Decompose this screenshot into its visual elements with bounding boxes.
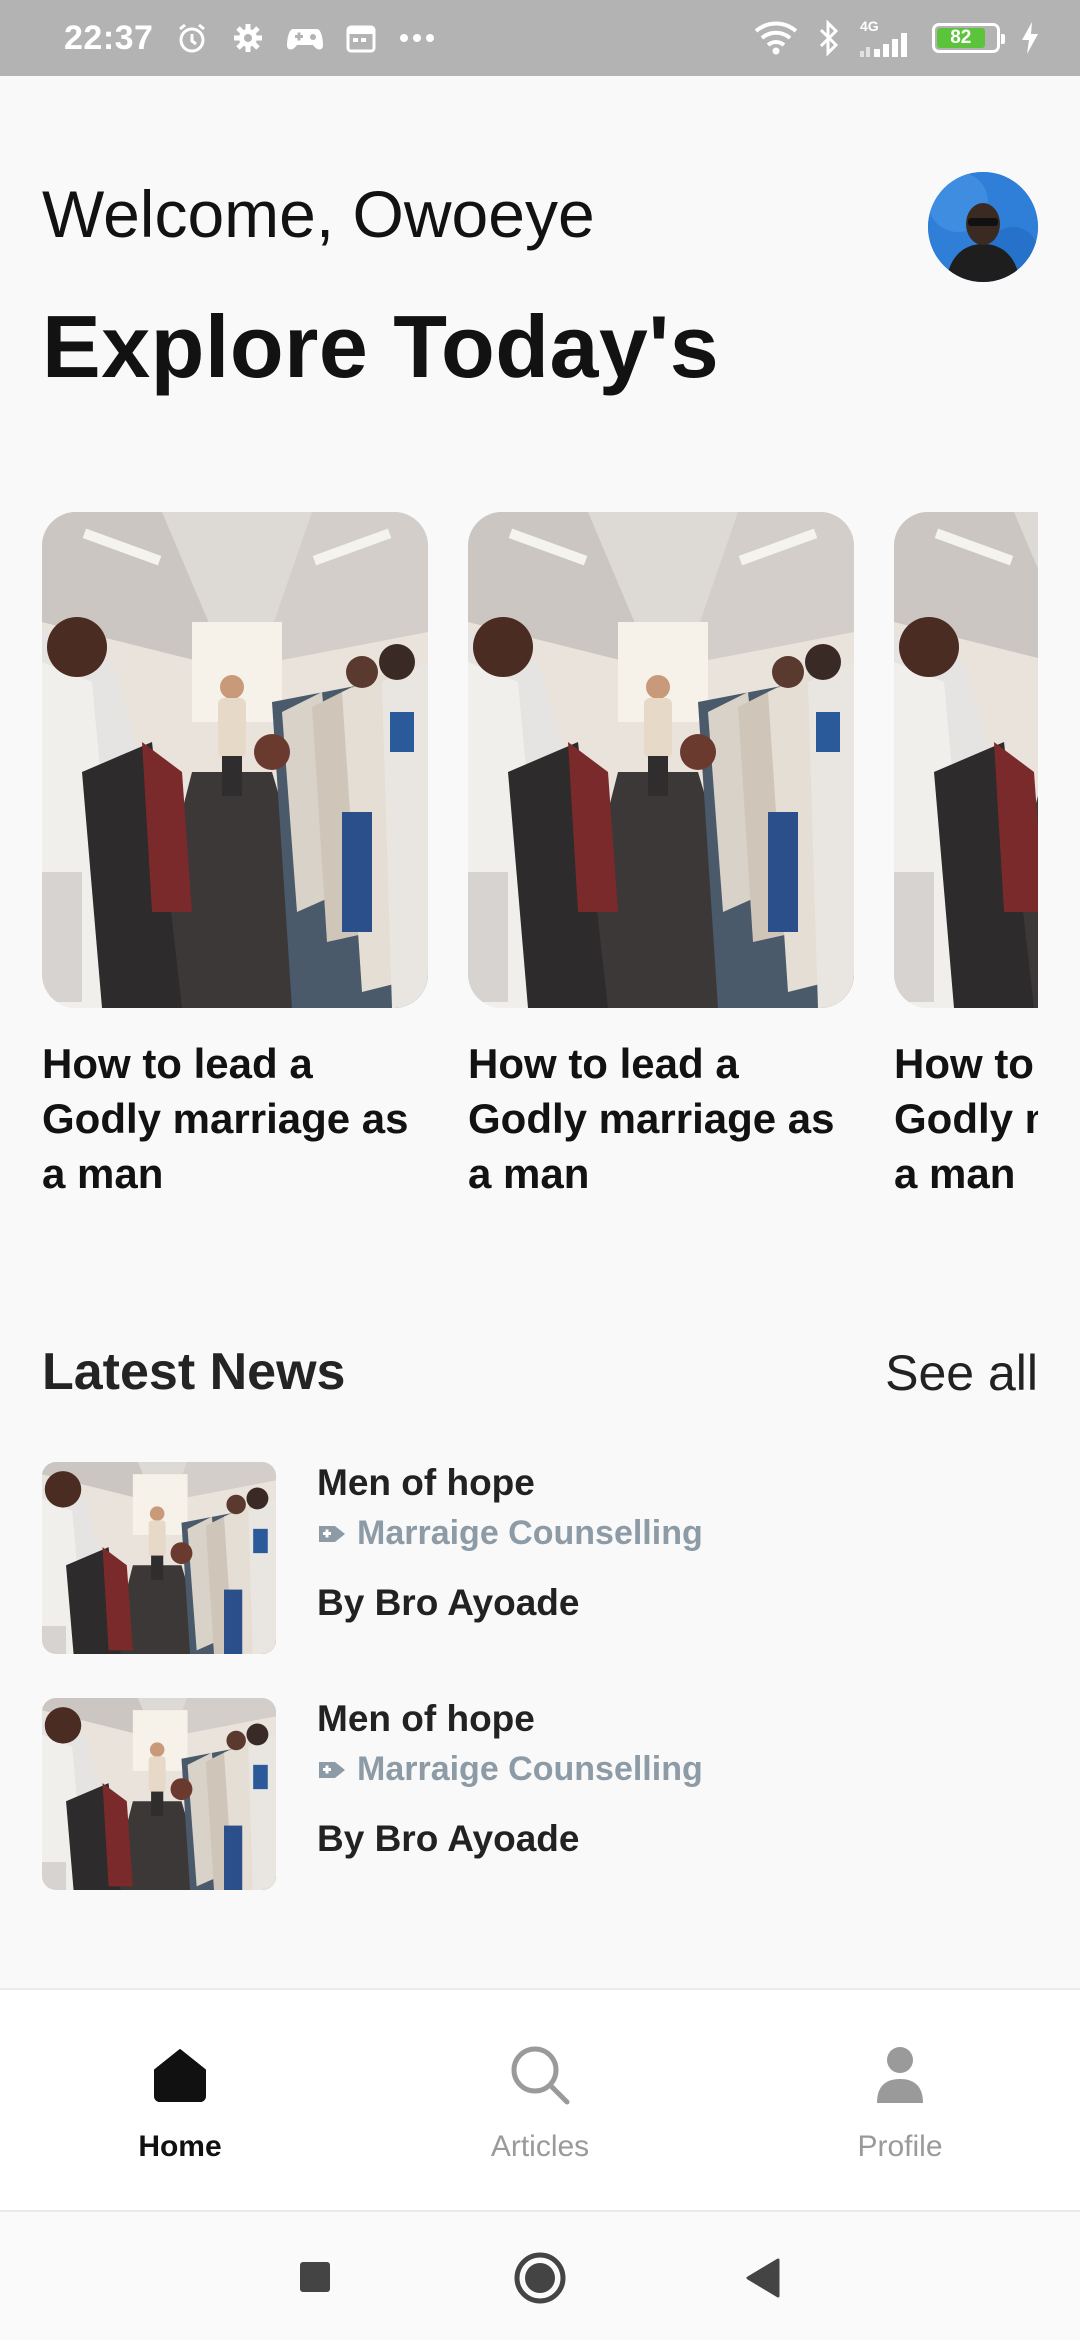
bottom-navigation: Home Articles Profile: [0, 1988, 1080, 2210]
nav-item-profile[interactable]: Profile: [800, 2040, 1000, 2164]
nav-label-profile: Profile: [857, 2130, 943, 2163]
network-type: 4G: [860, 18, 879, 34]
bluetooth-icon: [819, 20, 839, 56]
back-triangle-icon[interactable]: [744, 2258, 780, 2298]
news-title: Men of hope: [317, 1698, 535, 1739]
home-icon: [154, 2049, 206, 2102]
nav-item-articles[interactable]: Articles: [440, 2040, 640, 2164]
see-all-link[interactable]: See all: [885, 1344, 1038, 1402]
more-dots-icon: [400, 34, 435, 42]
news-title: Men of hope: [317, 1462, 535, 1503]
news-author: By Bro Ayoade: [317, 1582, 580, 1623]
news-category: Marraige Counselling: [317, 1514, 703, 1553]
featured-carousel[interactable]: How to lead a Godly marriage as a man Ho…: [0, 512, 1038, 1212]
wifi-icon: [754, 21, 798, 55]
charging-icon: [1022, 22, 1038, 54]
nav-label-articles: Articles: [490, 2130, 590, 2163]
tag-icon: [319, 1761, 345, 1778]
news-list-item[interactable]: Men of hope Marraige Counselling By Bro …: [42, 1462, 1042, 1654]
featured-card-image: [894, 512, 1038, 1008]
featured-card[interactable]: How to lead a Godly marriage as a man: [42, 512, 428, 1201]
status-bar: 22:37 4G 82: [0, 0, 1080, 76]
battery-level: 82: [937, 27, 985, 48]
featured-card-image: [42, 512, 428, 1008]
home-circle-icon[interactable]: [514, 2252, 566, 2304]
news-category-label: Marraige Counselling: [357, 1514, 703, 1552]
system-navigation-bar: [0, 2210, 1080, 2340]
featured-card[interactable]: How to lead a Godly marriage as a man: [468, 512, 854, 1201]
nav-item-home[interactable]: Home: [80, 2040, 280, 2164]
person-icon: [877, 2047, 923, 2103]
recents-square-icon[interactable]: [298, 2260, 332, 2294]
page-title: Explore Today's: [42, 297, 720, 396]
game-controller-icon: [287, 29, 324, 50]
battery-icon: 82: [932, 23, 1005, 53]
featured-card-title: How to lead a Godly marriage as a man: [894, 1040, 1038, 1197]
news-author: By Bro Ayoade: [317, 1818, 580, 1859]
calendar-icon: [346, 25, 376, 53]
alarm-icon: [179, 23, 206, 53]
featured-card-image: [468, 512, 854, 1008]
avatar[interactable]: [928, 172, 1038, 282]
settings-gear-icon: [234, 24, 263, 52]
news-thumbnail: [42, 1462, 276, 1654]
avatar-image: [928, 172, 1038, 282]
status-time: 22:37: [64, 18, 154, 57]
welcome-text: Welcome, Owoeye: [42, 177, 595, 251]
news-category: Marraige Counselling: [317, 1750, 703, 1789]
signal-icon: [860, 33, 907, 57]
featured-card-title: How to lead a Godly marriage as a man: [468, 1040, 835, 1197]
news-category-label: Marraige Counselling: [357, 1750, 703, 1788]
featured-card-title: How to lead a Godly marriage as a man: [42, 1040, 409, 1197]
nav-label-home: Home: [138, 2130, 222, 2163]
news-thumbnail: [42, 1698, 276, 1890]
news-list-item[interactable]: Men of hope Marraige Counselling By Bro …: [42, 1698, 1042, 1890]
featured-card[interactable]: How to lead a Godly marriage as a man: [894, 512, 1038, 1201]
tag-icon: [319, 1525, 345, 1542]
search-icon: [511, 2046, 570, 2105]
latest-news-heading: Latest News: [42, 1343, 346, 1401]
